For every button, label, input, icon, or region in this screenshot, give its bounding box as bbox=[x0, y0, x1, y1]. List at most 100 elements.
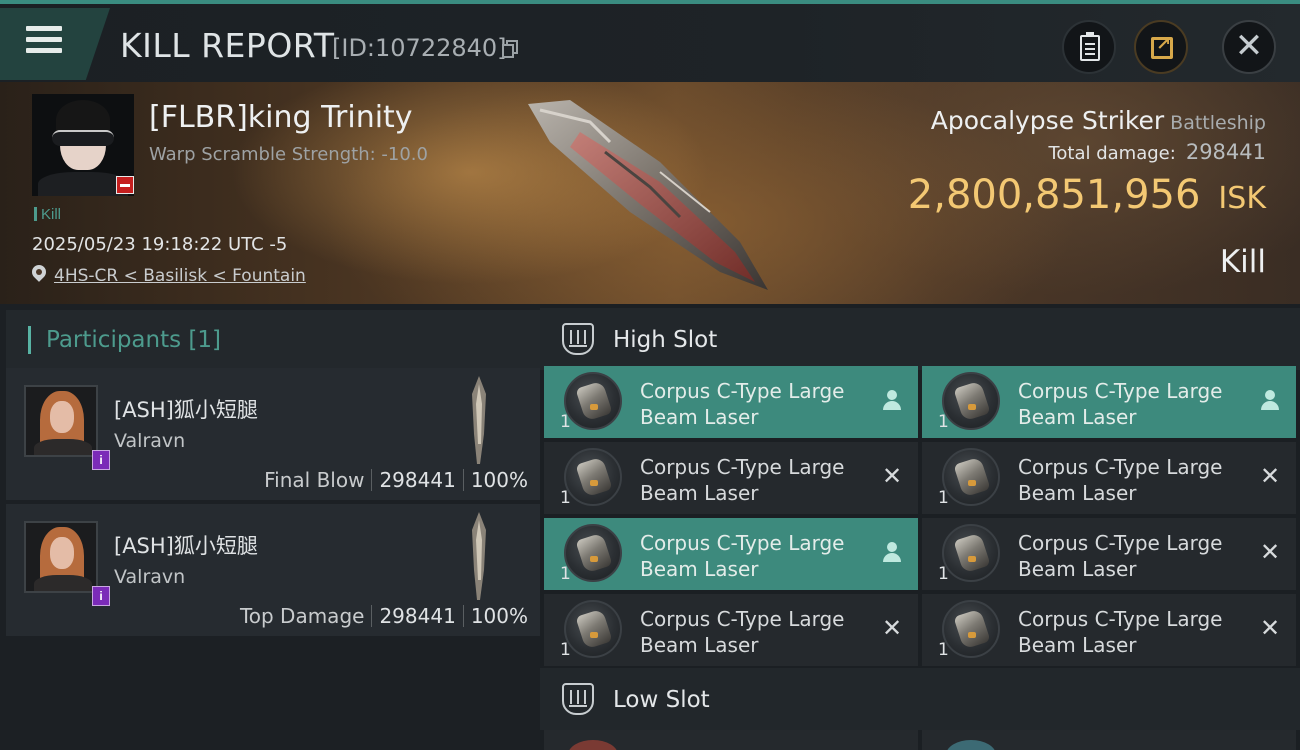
copy-icon[interactable] bbox=[502, 40, 520, 60]
participant-row[interactable]: i [ASH]狐小短腿 Valravn Top Damage 298441 100% bbox=[6, 504, 540, 636]
low-slot-header: Low Slot bbox=[540, 668, 1300, 730]
participants-panel: Participants [1] i [ASH]狐小短腿 Valravn Fin… bbox=[0, 304, 540, 750]
ship-type-line: Apocalypse Striker Battleship bbox=[931, 106, 1266, 135]
high-slot-title: High Slot bbox=[613, 327, 718, 353]
ship-class: Battleship bbox=[1170, 112, 1266, 134]
beam-laser-icon bbox=[564, 600, 622, 658]
module-name: Corpus C-Type Large Beam Laser bbox=[640, 607, 845, 657]
module-name: Corpus C-Type Large Beam Laser bbox=[1018, 379, 1223, 429]
x-icon: ✕ bbox=[1259, 539, 1281, 566]
participant-role: Final Blow bbox=[264, 468, 365, 492]
person-icon bbox=[880, 388, 904, 414]
module-name: Corpus C-Type Large Beam Laser bbox=[1018, 607, 1223, 657]
share-button[interactable] bbox=[1134, 20, 1188, 74]
participant-damage: 298441 bbox=[379, 468, 456, 492]
module-icon bbox=[946, 740, 996, 750]
location-link[interactable]: 4HS-CR < Basilisk < Fountain bbox=[54, 266, 306, 286]
module-item-partial[interactable] bbox=[922, 730, 1296, 750]
module-quantity: 1 bbox=[938, 412, 949, 432]
low-slot-icon bbox=[562, 683, 594, 715]
module-item[interactable]: 1 Corpus C-Type Large Beam Laser ✕ bbox=[544, 594, 918, 666]
low-slot-title: Low Slot bbox=[613, 687, 710, 713]
beam-laser-icon bbox=[564, 524, 622, 582]
module-quantity: 1 bbox=[938, 488, 949, 508]
hamburger-menu-icon[interactable] bbox=[26, 26, 62, 54]
module-name: Corpus C-Type Large Beam Laser bbox=[1018, 531, 1223, 581]
module-name: Corpus C-Type Large Beam Laser bbox=[640, 379, 845, 429]
location-pin-icon bbox=[32, 265, 46, 283]
beam-laser-icon bbox=[564, 372, 622, 430]
module-item-partial[interactable] bbox=[544, 730, 918, 750]
high-slot-header: High Slot bbox=[540, 308, 1300, 370]
module-item[interactable]: 1 Corpus C-Type Large Beam Laser ✕ bbox=[922, 442, 1296, 514]
participant-name: [ASH]狐小短腿 bbox=[114, 534, 258, 558]
module-item[interactable]: 1 Corpus C-Type Large Beam Laser bbox=[922, 366, 1296, 438]
corp-minus-badge bbox=[116, 176, 134, 194]
participant-portrait[interactable] bbox=[24, 385, 98, 457]
close-icon: ✕ bbox=[1234, 27, 1264, 65]
module-quantity: 1 bbox=[560, 412, 571, 432]
participant-ship: Valravn bbox=[114, 566, 186, 588]
beam-laser-icon bbox=[942, 448, 1000, 506]
victim-name[interactable]: [FLBR]king Trinity bbox=[149, 100, 413, 135]
module-item[interactable]: 1 Corpus C-Type Large Beam Laser ✕ bbox=[922, 594, 1296, 666]
participant-role: Top Damage bbox=[239, 604, 365, 628]
participant-percent: 100% bbox=[470, 468, 528, 492]
person-icon bbox=[1258, 388, 1282, 414]
module-item[interactable]: 1 Corpus C-Type Large Beam Laser bbox=[544, 366, 918, 438]
beam-laser-icon bbox=[942, 372, 1000, 430]
kill-tag: Kill bbox=[34, 206, 61, 223]
total-damage-label: Total damage: bbox=[1048, 143, 1176, 164]
x-icon: ✕ bbox=[1259, 463, 1281, 490]
module-item[interactable]: 1 Corpus C-Type Large Beam Laser ✕ bbox=[544, 442, 918, 514]
report-id: [ID:10722840] bbox=[332, 34, 507, 62]
close-button[interactable]: ✕ bbox=[1222, 20, 1276, 74]
participant-name: [ASH]狐小短腿 bbox=[114, 398, 258, 422]
module-quantity: 1 bbox=[560, 564, 571, 584]
module-name: Corpus C-Type Large Beam Laser bbox=[640, 455, 845, 505]
total-damage-line: Total damage: 298441 bbox=[1048, 140, 1266, 164]
participant-stats: Top Damage 298441 100% bbox=[240, 604, 528, 628]
participant-row[interactable]: i [ASH]狐小短腿 Valravn Final Blow 298441 100% bbox=[6, 368, 540, 500]
x-icon: ✕ bbox=[881, 615, 903, 642]
isk-unit: ISK bbox=[1218, 181, 1266, 216]
participant-stats: Final Blow 298441 100% bbox=[264, 468, 528, 492]
isk-value: 2,800,851,956 bbox=[907, 172, 1201, 218]
clipboard-button[interactable] bbox=[1062, 20, 1116, 74]
page-title: KILL REPORT bbox=[120, 26, 335, 65]
kill-timestamp: 2025/05/23 19:18:22 UTC -5 bbox=[32, 234, 288, 255]
module-quantity: 1 bbox=[938, 564, 949, 584]
x-icon: ✕ bbox=[881, 463, 903, 490]
person-icon bbox=[880, 540, 904, 566]
participants-header: Participants [1] bbox=[6, 310, 540, 368]
x-icon: ✕ bbox=[1259, 615, 1281, 642]
clipboard-icon bbox=[1080, 32, 1100, 61]
ship-render bbox=[528, 100, 768, 290]
high-slot-icon bbox=[562, 323, 594, 355]
module-quantity: 1 bbox=[560, 488, 571, 508]
ship-thumbnail-icon bbox=[472, 512, 486, 600]
module-name: Corpus C-Type Large Beam Laser bbox=[640, 531, 845, 581]
participant-percent: 100% bbox=[470, 604, 528, 628]
info-badge-icon: i bbox=[92, 586, 110, 606]
header-bar: KILL REPORT [ID:10722840] ✕ bbox=[0, 0, 1300, 82]
warp-scramble-strength: Warp Scramble Strength: -10.0 bbox=[149, 144, 428, 165]
kill-result: Kill bbox=[1219, 244, 1266, 280]
module-name: Corpus C-Type Large Beam Laser bbox=[1018, 455, 1223, 505]
participant-portrait[interactable] bbox=[24, 521, 98, 593]
module-quantity: 1 bbox=[938, 640, 949, 660]
module-icon bbox=[568, 740, 618, 750]
module-item[interactable]: 1 Corpus C-Type Large Beam Laser ✕ bbox=[922, 518, 1296, 590]
isk-value-line: 2,800,851,956 ISK bbox=[908, 172, 1266, 218]
module-quantity: 1 bbox=[560, 640, 571, 660]
participant-ship: Valravn bbox=[114, 430, 186, 452]
ship-name[interactable]: Apocalypse Striker bbox=[931, 106, 1164, 135]
fitting-panel: High Slot 1 Corpus C-Type Large Beam Lase… bbox=[540, 304, 1300, 750]
participants-title: Participants [1] bbox=[46, 327, 221, 353]
beam-laser-icon bbox=[942, 600, 1000, 658]
beam-laser-icon bbox=[942, 524, 1000, 582]
victim-banner: [FLBR]king Trinity Warp Scramble Strengt… bbox=[0, 82, 1300, 304]
module-item[interactable]: 1 Corpus C-Type Large Beam Laser bbox=[544, 518, 918, 590]
info-badge-icon: i bbox=[92, 450, 110, 470]
participant-damage: 298441 bbox=[379, 604, 456, 628]
